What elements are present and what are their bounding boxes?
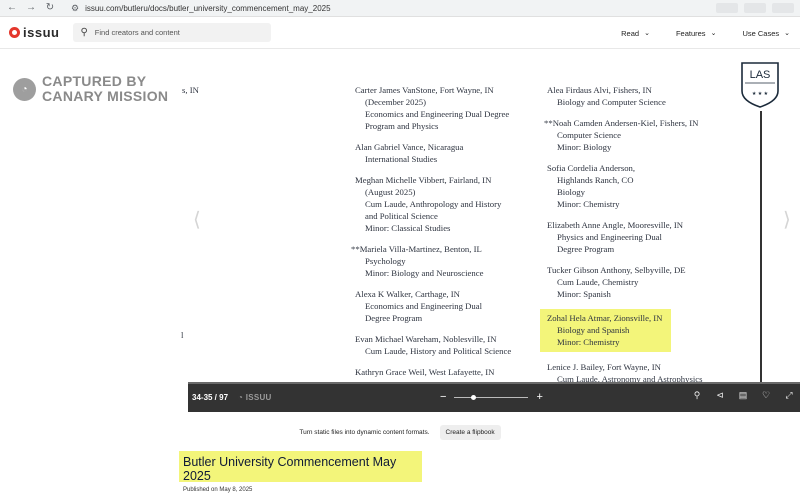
right-column: Alea Firdaus Alvi, Fishers, IN Biology a…: [540, 84, 737, 394]
zoom-slider-handle[interactable]: [470, 394, 476, 400]
search-icon: ⚲: [80, 27, 88, 38]
like-heart-icon[interactable]: ♡: [761, 390, 771, 401]
left-page-fragment: s, IN: [182, 85, 199, 95]
zoom-in-icon[interactable]: +: [536, 391, 542, 403]
published-date: Published on May 8, 2025: [183, 487, 253, 493]
extension-icon[interactable]: [772, 3, 794, 13]
highlighted-list-item: Zohal Hela Atmar, Zionsville, IN Biology…: [540, 309, 737, 352]
chevron-down-icon: ⌄: [784, 30, 790, 37]
create-flipbook-button[interactable]: Create a flipbook: [439, 425, 501, 440]
list-item: Alexa K Walker, Carthage, IN Economics a…: [355, 289, 483, 323]
search-icon[interactable]: ⚲: [692, 390, 702, 401]
promo-bar: Turn static files into dynamic content f…: [0, 425, 800, 440]
issuu-logo-text: issuu: [23, 25, 60, 40]
list-item: Tucker Gibson Anthony, Selbyville, DE Cu…: [547, 265, 686, 299]
menu-read[interactable]: Read ⌄: [621, 29, 650, 38]
flipbook-reader: ◔ CAPTURED BY CANARY MISSION s, IN l ⟨ ⟩…: [0, 49, 800, 417]
menu-use-cases-label: Use Cases: [742, 28, 780, 38]
promo-text: Turn static files into dynamic content f…: [299, 429, 430, 436]
menu-features[interactable]: Features ⌄: [676, 29, 716, 38]
menu-read-label: Read: [621, 28, 640, 38]
toolbar-logo: ◔ ISSUU: [238, 392, 272, 402]
list-item: **Mariela Villa-Martinez, Benton, IL Psy…: [351, 244, 484, 278]
reader-toolbar: 34-35 / 97 ◔ ISSUU − + ⚲ ⊲ ▤ ♡ ⤢: [188, 382, 800, 412]
issuu-logo-icon: [9, 27, 20, 38]
list-item: Kathryn Grace Weil, West Lafayette, IN: [355, 367, 495, 377]
badge-text: LAS: [750, 69, 771, 81]
back-icon[interactable]: ←: [7, 1, 17, 15]
list-item: Alan Gabriel Vance, Nicaragua Internatio…: [355, 142, 464, 164]
forward-icon[interactable]: →: [26, 1, 36, 15]
badge-vertical-line: [760, 111, 762, 386]
fullscreen-icon[interactable]: ⤢: [784, 390, 794, 401]
browser-toolbar: ← → ↻ ⚙ issuu.com/butleru/docs/butler_un…: [0, 0, 800, 17]
address-bar[interactable]: ⚙ issuu.com/butleru/docs/butler_universi…: [71, 3, 331, 14]
highlight-box: Zohal Hela Atmar, Zionsville, IN Biology…: [540, 309, 672, 352]
zoom-control: − +: [440, 391, 543, 403]
zoom-out-icon[interactable]: −: [440, 391, 446, 403]
list-item: **Noah Camden Andersen-Kiel, Fishers, IN…: [544, 118, 699, 152]
issuu-logo[interactable]: issuu: [9, 25, 59, 40]
search-box[interactable]: ⚲: [73, 23, 272, 42]
zoom-slider[interactable]: [454, 394, 529, 400]
list-item: Elizabeth Anne Angle, Mooresville, IN Ph…: [547, 220, 684, 254]
watermark: ◔ CAPTURED BY CANARY MISSION: [13, 74, 168, 104]
watermark-logo-icon: ◔: [13, 77, 36, 101]
reload-icon[interactable]: ↻: [45, 1, 55, 15]
share-icon[interactable]: ⊲: [715, 390, 725, 401]
page-progress-bar[interactable]: [188, 382, 800, 384]
left-column: Carter James VanStone, Fort Wayne, IN (D…: [351, 84, 540, 387]
list-item: Carter James VanStone, Fort Wayne, IN (D…: [355, 85, 510, 131]
watermark-line-1: CAPTURED BY: [42, 73, 147, 89]
list-item: Meghan Michelle Vibbert, Fairland, IN (A…: [355, 175, 502, 233]
menu-features-label: Features: [675, 28, 706, 38]
toolbar-actions: ⚲ ⊲ ▤ ♡ ⤢: [692, 390, 794, 401]
browser-extensions: [716, 3, 794, 13]
document-title-highlight: Butler University Commencement May 2025 …: [179, 451, 422, 493]
list-item: Alea Firdaus Alvi, Fishers, IN Biology a…: [547, 85, 666, 107]
menu-use-cases[interactable]: Use Cases ⌄: [742, 29, 790, 38]
list-item: Evan Michael Wareham, Noblesville, IN Cu…: [355, 334, 512, 356]
site-settings-icon[interactable]: ⚙: [71, 3, 79, 14]
extension-icon[interactable]: [716, 3, 738, 13]
chevron-down-icon: ⌄: [644, 30, 650, 37]
badge-stars-icon: ★ ★ ★: [752, 91, 769, 97]
site-header: issuu ⚲ Read ⌄ Features ⌄ Use Cases ⌄: [0, 17, 800, 49]
list-item: Sofia Cordelia Anderson, Highlands Ranch…: [547, 163, 636, 209]
watermark-line-2: CANARY MISSION: [42, 88, 169, 104]
search-input[interactable]: [94, 28, 255, 37]
main-menu: Read ⌄ Features ⌄ Use Cases ⌄: [621, 17, 790, 49]
prev-page-arrow-icon[interactable]: ⟨: [193, 207, 201, 232]
las-shield-badge: LAS ★ ★ ★: [741, 62, 779, 108]
chevron-down-icon: ⌄: [710, 30, 717, 37]
extension-icon[interactable]: [744, 3, 766, 13]
article-view-icon[interactable]: ▤: [738, 390, 748, 401]
next-page-arrow-icon[interactable]: ⟩: [783, 207, 791, 232]
url-text: issuu.com/butleru/docs/butler_university…: [85, 3, 331, 13]
document-title: Butler University Commencement May 2025: [183, 455, 397, 483]
page-indicator: 34-35 / 97: [192, 392, 229, 402]
left-page-stray-mark: l: [181, 330, 184, 340]
